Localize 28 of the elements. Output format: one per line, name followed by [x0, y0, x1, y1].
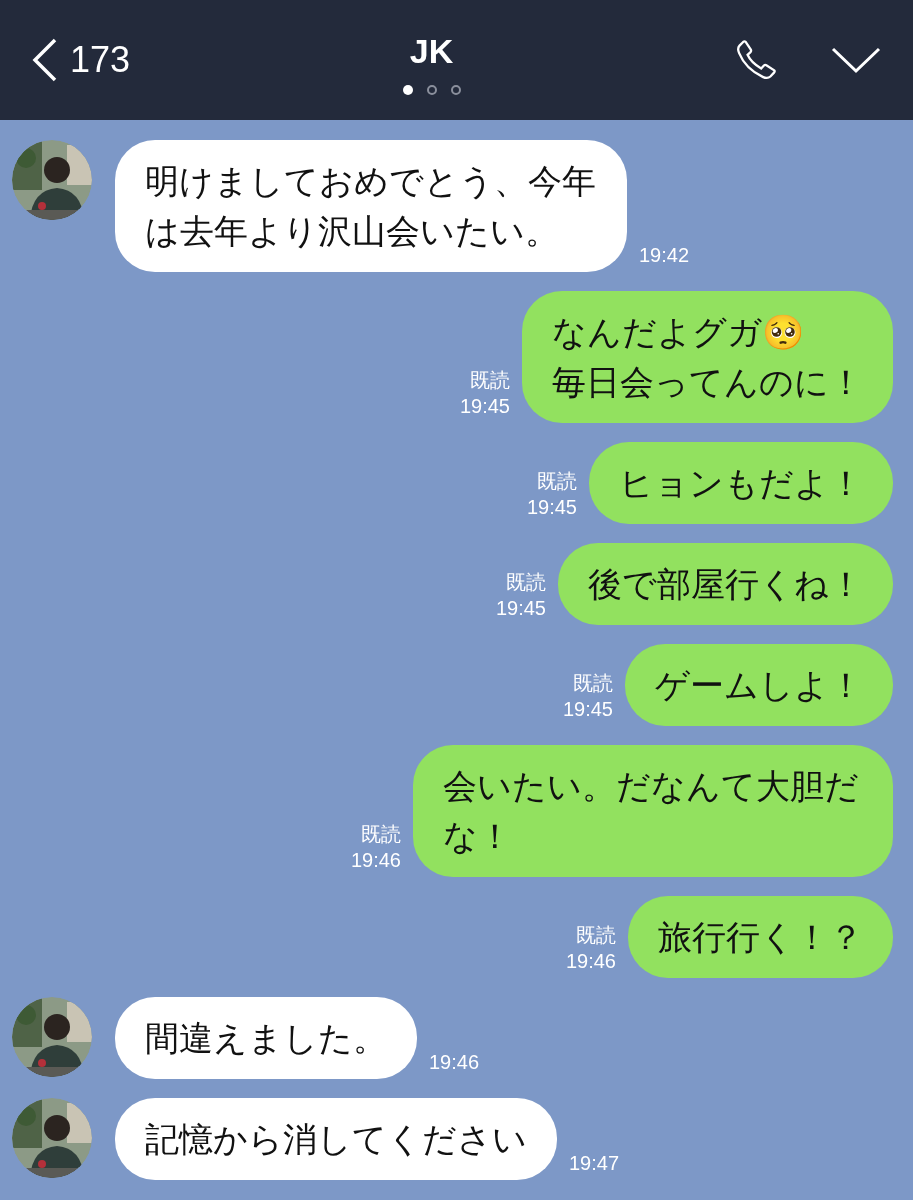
message-bubble: 会いたい。だなんて大胆だな！ — [413, 745, 893, 877]
message-time: 19:45 — [526, 495, 577, 520]
message-bubble: 後で部屋行くね！ — [558, 543, 893, 625]
message-time: 19:45 — [495, 596, 546, 621]
message-bubble: ゲームしよ！ — [625, 644, 893, 726]
back-chevron-icon — [32, 38, 58, 82]
message-bubble: 記憶から消してください — [115, 1098, 557, 1180]
message-bubble: 明けましておめでとう、今年は去年より沢山会いたい。 — [115, 140, 627, 272]
message-bubble: なんだよグガ🥺 毎日会ってんのに！ — [522, 291, 893, 423]
read-receipt: 既読 — [537, 469, 577, 494]
message-time: 19:45 — [562, 697, 613, 722]
message-time: 19:45 — [459, 394, 510, 419]
message-time: 19:46 — [429, 1050, 480, 1075]
read-receipt: 既読 — [470, 368, 510, 393]
message-time: 19:46 — [350, 848, 401, 873]
message-bubble: 旅行行く！？ — [628, 896, 893, 978]
read-receipt: 既読 — [576, 923, 616, 948]
message-bubble: 間違えました。 — [115, 997, 417, 1079]
back-button[interactable]: 173 — [32, 33, 131, 87]
message-time: 19:47 — [569, 1151, 620, 1176]
read-receipt: 既読 — [506, 570, 546, 595]
message-time: 19:42 — [639, 243, 690, 268]
message-bubble: ヒョンもだよ！ — [589, 442, 893, 524]
message-time: 19:46 — [565, 949, 616, 974]
read-receipt: 既読 — [573, 671, 613, 696]
chevron-down-icon[interactable] — [831, 46, 881, 74]
chat-title: JK — [409, 31, 454, 72]
read-receipt: 既読 — [361, 822, 401, 847]
